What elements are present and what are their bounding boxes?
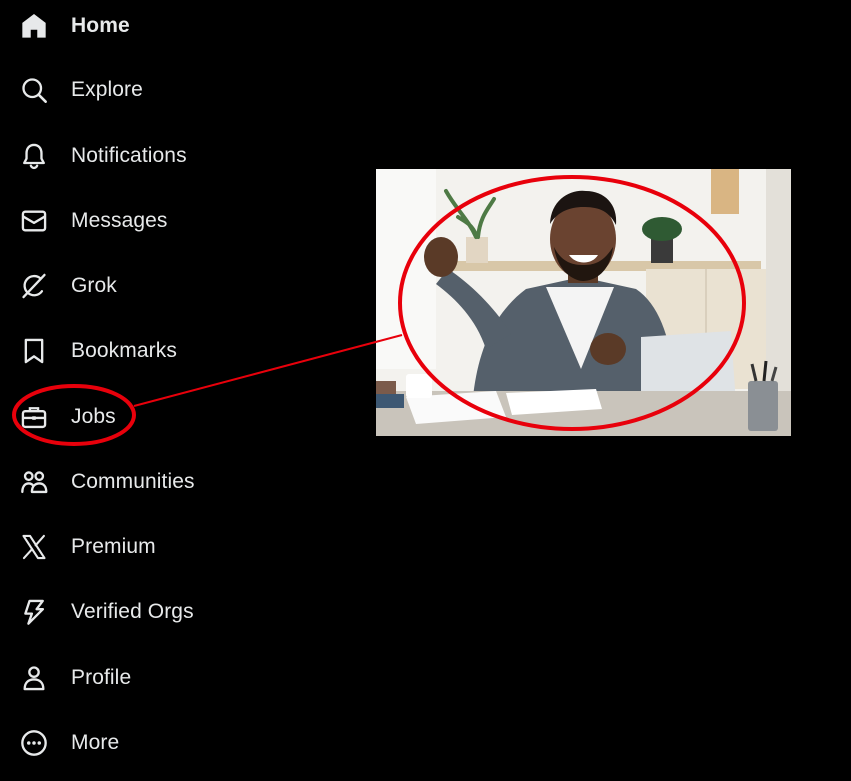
- sidebar-item-label: Explore: [71, 78, 143, 101]
- search-icon: [20, 76, 48, 104]
- sidebar-item-communities[interactable]: Communities: [0, 456, 300, 508]
- x-logo-icon: [20, 533, 48, 561]
- sidebar-item-label: Bookmarks: [71, 339, 177, 362]
- grok-icon: [20, 272, 48, 300]
- sidebar-item-label: Premium: [71, 535, 156, 558]
- sidebar-nav: Home Explore Notifications Messages Grok…: [0, 0, 360, 781]
- sidebar-item-label: Jobs: [71, 405, 116, 428]
- sidebar-item-messages[interactable]: Messages: [0, 195, 300, 247]
- sidebar-item-label: Profile: [71, 666, 132, 689]
- excited-man-illustration: [376, 169, 791, 436]
- sidebar-item-label: Verified Orgs: [71, 600, 194, 623]
- sidebar-item-label: Notifications: [71, 144, 187, 167]
- sidebar-item-explore[interactable]: Explore: [0, 64, 300, 116]
- sidebar-item-label: More: [71, 731, 120, 754]
- sidebar-item-notifications[interactable]: Notifications: [0, 130, 300, 182]
- bell-icon: [20, 142, 48, 170]
- sidebar-item-premium[interactable]: Premium: [0, 521, 300, 573]
- envelope-icon: [20, 207, 48, 235]
- briefcase-icon: [20, 403, 48, 431]
- more-circle-icon: [20, 729, 48, 757]
- person-icon: [20, 664, 48, 692]
- sidebar-item-more[interactable]: More: [0, 717, 300, 769]
- home-icon: [20, 12, 48, 40]
- sidebar-item-label: Grok: [71, 274, 117, 297]
- bookmark-icon: [20, 337, 48, 365]
- sidebar-item-label: Messages: [71, 209, 168, 232]
- sidebar-item-home[interactable]: Home: [0, 0, 300, 52]
- sidebar-item-profile[interactable]: Profile: [0, 652, 300, 704]
- sidebar-item-jobs[interactable]: Jobs: [0, 391, 300, 443]
- sidebar-item-bookmarks[interactable]: Bookmarks: [0, 325, 300, 377]
- people-icon: [20, 468, 48, 496]
- sidebar-item-verified-orgs[interactable]: Verified Orgs: [0, 586, 300, 638]
- lightning-icon: [20, 598, 48, 626]
- sidebar-item-grok[interactable]: Grok: [0, 260, 300, 312]
- job-photo: [376, 169, 791, 436]
- sidebar-item-label: Home: [71, 14, 130, 37]
- sidebar-item-label: Communities: [71, 470, 195, 493]
